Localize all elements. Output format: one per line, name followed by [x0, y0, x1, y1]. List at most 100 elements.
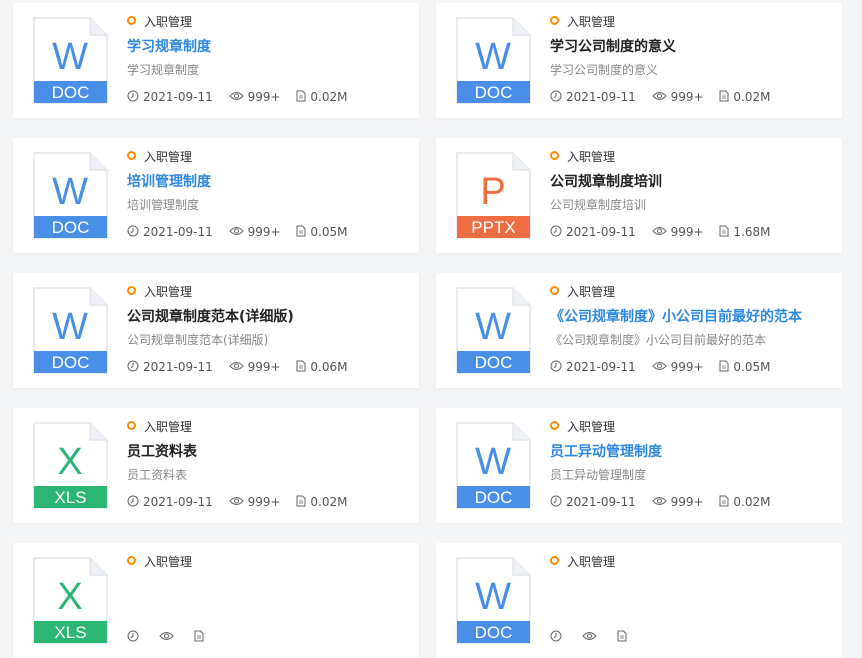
document-meta: 2021-09-11 999+ 0.05M [550, 358, 770, 374]
word-doc-icon[interactable]: W DOC [456, 17, 531, 104]
size-meta: 1.68M [719, 224, 770, 240]
svg-text:X: X [57, 441, 82, 483]
views-value: 999+ [670, 224, 704, 239]
views-value: 999+ [670, 359, 704, 374]
word-doc-icon[interactable]: W DOC [456, 422, 531, 509]
word-doc-icon[interactable]: W DOC [456, 287, 531, 374]
svg-text:W: W [475, 576, 511, 618]
size-value: 1.68M [733, 224, 771, 239]
size-meta: 0.02M [296, 494, 347, 510]
document-title[interactable]: 公司规章制度培训 [550, 171, 662, 193]
document-card[interactable]: P PPTX 入职管理 公司规章制度培训 公司规章制度培训 2021-09-11… [436, 138, 842, 253]
word-doc-icon[interactable]: W DOC [33, 17, 108, 104]
category-dot-icon [127, 286, 136, 295]
category-label: 入职管理 [144, 150, 193, 164]
date-meta: 2021-09-11 [550, 89, 636, 105]
views-meta: 999+ [651, 359, 704, 375]
category-tag: 入职管理 [127, 284, 192, 300]
document-title[interactable]: 学习规章制度 [127, 36, 211, 58]
svg-text:W: W [475, 36, 511, 78]
svg-text:W: W [475, 306, 511, 348]
word-doc-icon[interactable]: W DOC [33, 287, 108, 374]
eye-icon [651, 90, 671, 104]
views-value: 999+ [247, 224, 281, 239]
size-meta [617, 629, 631, 645]
document-title[interactable]: 《公司规章制度》小公司目前最好的范本 [550, 306, 802, 328]
date-value: 2021-09-11 [566, 359, 636, 374]
document-card[interactable]: W DOC 入职管理 公司规章制度范本(详细版) 公司规章制度范本(详细版) 2… [13, 273, 419, 388]
powerpoint-pptx-icon[interactable]: P PPTX [456, 152, 531, 239]
document-description: 公司规章制度培训 [550, 198, 647, 212]
file-size-icon [296, 225, 310, 239]
category-label: 入职管理 [144, 285, 193, 299]
date-meta: 2021-09-11 [550, 359, 636, 375]
document-title[interactable]: 学习公司制度的意义 [550, 36, 676, 58]
document-meta: 2021-09-11 999+ 0.02M [127, 88, 347, 104]
svg-text:W: W [475, 441, 511, 483]
file-size-icon [719, 360, 733, 374]
document-title[interactable]: 培训管理制度 [127, 171, 211, 193]
document-description: 员工异动管理制度 [550, 468, 647, 482]
category-dot-icon [550, 286, 559, 295]
clock-icon [127, 360, 143, 374]
svg-text:DOC: DOC [475, 353, 513, 372]
date-value: 2021-09-11 [566, 89, 636, 104]
category-dot-icon [550, 421, 559, 430]
document-card[interactable]: W DOC 入职管理 培训管理制度 培训管理制度 2021-09-11 999+… [13, 138, 419, 253]
document-card[interactable]: W DOC 入职管理 学习公司制度的意义 学习公司制度的意义 2021-09-1… [436, 3, 842, 118]
document-card[interactable]: W DOC 入职管理 《公司规章制度》小公司目前最好的范本 《公司规章制度》小公… [436, 273, 842, 388]
document-meta [550, 628, 631, 644]
size-value: 0.05M [310, 224, 348, 239]
size-meta [194, 629, 208, 645]
document-title[interactable]: 员工异动管理制度 [550, 441, 662, 463]
category-label: 入职管理 [567, 285, 616, 299]
views-meta [159, 629, 178, 645]
views-meta: 999+ [228, 89, 281, 105]
excel-xls-icon[interactable]: X XLS [33, 422, 108, 509]
document-meta: 2021-09-11 999+ 0.02M [127, 493, 347, 509]
document-card[interactable]: W DOC 入职管理 学习规章制度 学习规章制度 2021-09-11 999+… [13, 3, 419, 118]
category-label: 入职管理 [567, 555, 616, 569]
category-tag: 入职管理 [550, 284, 615, 300]
file-size-icon [719, 90, 733, 104]
size-value: 0.06M [310, 359, 348, 374]
excel-xls-icon[interactable]: X XLS [33, 557, 108, 644]
category-dot-icon [550, 556, 559, 565]
views-value: 999+ [247, 89, 281, 104]
eye-icon [651, 360, 671, 374]
category-dot-icon [127, 16, 136, 25]
clock-icon [127, 630, 143, 644]
file-size-icon [719, 225, 733, 239]
views-value: 999+ [670, 494, 704, 509]
clock-icon [550, 630, 566, 644]
views-meta: 999+ [651, 224, 704, 240]
size-meta: 0.06M [296, 359, 347, 375]
document-card[interactable]: X XLS 入职管理 员工资料表 员工资料表 2021-09-11 999+ 0… [13, 408, 419, 523]
size-meta: 0.02M [719, 89, 770, 105]
document-title[interactable]: 公司规章制度范本(详细版) [127, 306, 294, 328]
word-doc-icon[interactable]: W DOC [456, 557, 531, 644]
date-meta: 2021-09-11 [127, 494, 213, 510]
document-card[interactable]: W DOC 入职管理 [436, 543, 842, 658]
document-meta: 2021-09-11 999+ 0.02M [550, 88, 770, 104]
svg-text:X: X [57, 576, 82, 618]
category-tag: 入职管理 [127, 14, 192, 30]
document-card[interactable]: X XLS 入职管理 [13, 543, 419, 658]
date-value: 2021-09-11 [566, 494, 636, 509]
category-label: 入职管理 [567, 15, 616, 29]
views-meta: 999+ [228, 494, 281, 510]
size-value: 0.05M [733, 359, 771, 374]
word-doc-icon[interactable]: W DOC [33, 152, 108, 239]
category-tag: 入职管理 [550, 554, 615, 570]
date-meta [550, 629, 566, 645]
date-meta: 2021-09-11 [550, 224, 636, 240]
document-description: 员工资料表 [127, 468, 188, 482]
size-meta: 0.05M [296, 224, 347, 240]
size-meta: 0.02M [719, 494, 770, 510]
document-description: 公司规章制度范本(详细版) [127, 333, 269, 347]
document-title[interactable]: 员工资料表 [127, 441, 197, 463]
document-card[interactable]: W DOC 入职管理 员工异动管理制度 员工异动管理制度 2021-09-11 … [436, 408, 842, 523]
views-meta: 999+ [651, 89, 704, 105]
views-meta [582, 629, 601, 645]
svg-text:DOC: DOC [52, 83, 90, 102]
